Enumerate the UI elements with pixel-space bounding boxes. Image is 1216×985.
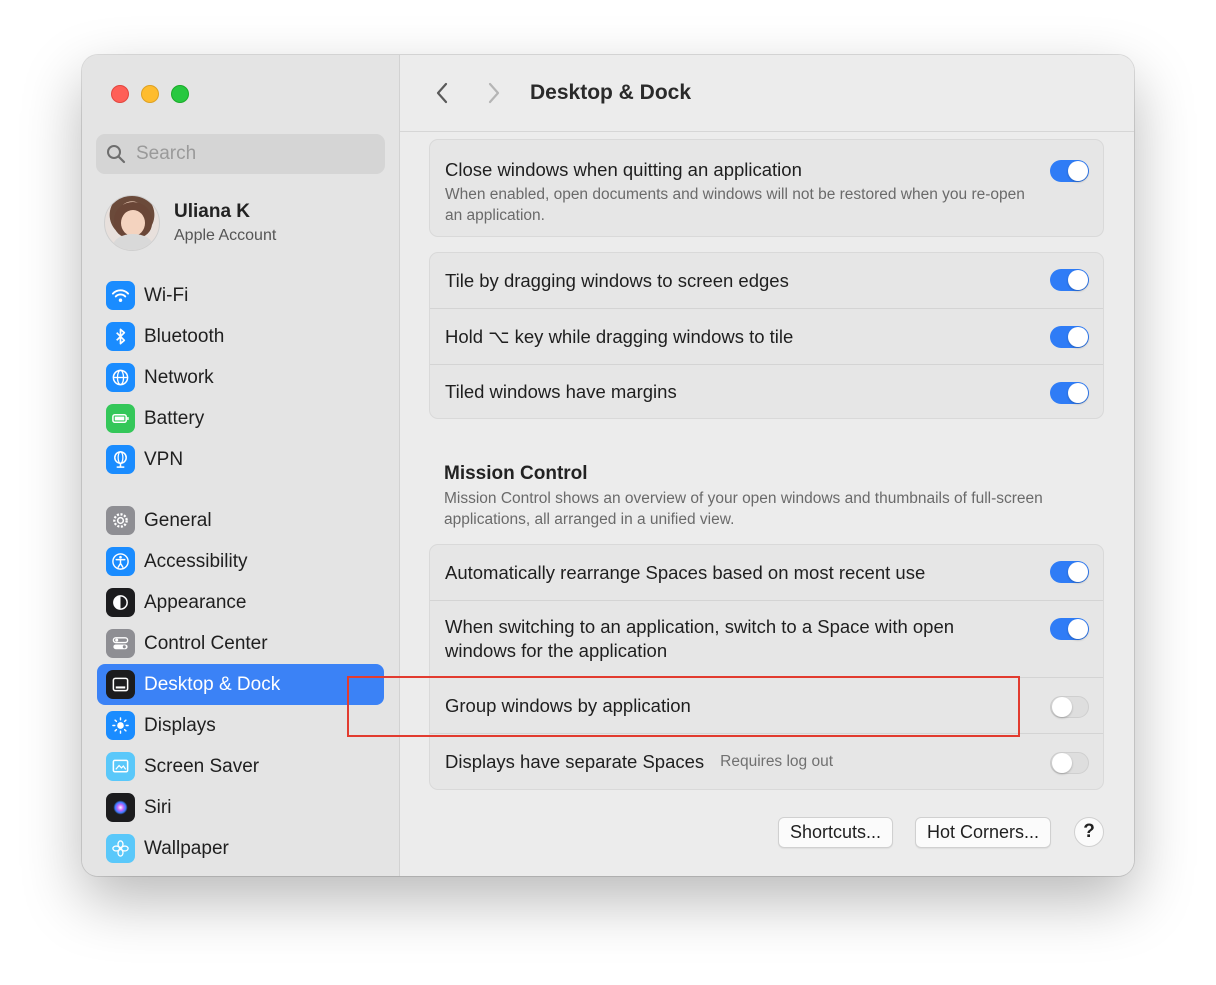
- close-windows-description: When enabled, open documents and windows…: [445, 186, 1025, 224]
- sidebar-item-wallpaper[interactable]: Wallpaper: [97, 828, 384, 869]
- sidebar-item-general[interactable]: General: [97, 500, 384, 541]
- sidebar-item-label: Appearance: [144, 591, 247, 613]
- sidebar-item-label: Battery: [144, 407, 205, 429]
- close-windows-row: Close windows when quitting an applicati…: [430, 140, 1103, 236]
- sidebar-item-displays[interactable]: Displays: [97, 705, 384, 746]
- tiled-margins-toggle[interactable]: [1050, 382, 1089, 404]
- tiled-margins-row: Tiled windows have margins: [430, 364, 1103, 418]
- group-windows-row: Group windows by application: [430, 677, 1103, 733]
- rearrange-spaces-label: Automatically rearrange Spaces based on …: [445, 561, 926, 583]
- group-windows-label: Group windows by application: [445, 694, 691, 716]
- avatar: [104, 195, 160, 251]
- chevron-left-icon: [436, 82, 448, 104]
- shortcuts-button[interactable]: Shortcuts...: [778, 817, 894, 848]
- sidebar-item-label: Network: [144, 366, 214, 388]
- sidebar-item-label: Wi-Fi: [144, 284, 189, 306]
- zoom-window-button[interactable]: [171, 85, 189, 103]
- close-windows-label: Close windows when quitting an applicati…: [445, 159, 802, 180]
- wifi-icon: [106, 281, 135, 310]
- sidebar-item-label: Siri: [144, 796, 172, 818]
- appearance-icon: [106, 588, 135, 617]
- sidebar-item-label: Accessibility: [144, 550, 248, 572]
- group-windows-toggle[interactable]: [1050, 696, 1089, 718]
- sidebar-item-label: Desktop & Dock: [144, 673, 281, 695]
- flower-icon: [106, 834, 135, 863]
- tile-drag-toggle[interactable]: [1050, 269, 1089, 291]
- rearrange-spaces-row: Automatically rearrange Spaces based on …: [430, 545, 1103, 600]
- forward-button[interactable]: [478, 77, 510, 109]
- sidebar-item-label: Wallpaper: [144, 837, 229, 859]
- chevron-right-icon: [488, 82, 500, 104]
- dock-icon: [106, 670, 135, 699]
- sidebar-item-label: Control Center: [144, 632, 268, 654]
- mission-control-description: Mission Control shows an overview of you…: [444, 490, 1043, 528]
- vpn-globe-icon: [106, 445, 135, 474]
- switch-space-row: When switching to an application, switch…: [430, 600, 1103, 677]
- sidebar-item-wifi[interactable]: Wi-Fi: [97, 275, 384, 316]
- sidebar-item-bluetooth[interactable]: Bluetooth: [97, 316, 384, 357]
- close-windows-group: Close windows when quitting an applicati…: [429, 139, 1104, 237]
- separate-spaces-label: Displays have separate Spaces: [445, 750, 705, 772]
- hot-corners-button[interactable]: Hot Corners...: [915, 817, 1052, 848]
- back-button[interactable]: [426, 77, 458, 109]
- main-pane: Desktop & Dock Close windows when quitti…: [400, 55, 1134, 876]
- tile-drag-row: Tile by dragging windows to screen edges: [430, 253, 1103, 308]
- sun-icon: [106, 711, 135, 740]
- sidebar-item-label: VPN: [144, 448, 184, 470]
- bluetooth-icon: [106, 322, 135, 351]
- apple-account[interactable]: Uliana K Apple Account: [104, 195, 276, 251]
- close-windows-toggle[interactable]: [1050, 160, 1089, 182]
- switch-space-toggle[interactable]: [1050, 618, 1089, 640]
- separate-spaces-toggle[interactable]: [1050, 752, 1089, 774]
- sidebar-item-label: Displays: [144, 714, 216, 736]
- sidebar-item-accessibility[interactable]: Accessibility: [97, 541, 384, 582]
- hold-option-row: Hold ⌥ key while dragging windows to til…: [430, 308, 1103, 364]
- battery-icon: [106, 404, 135, 433]
- sidebar-item-label: Screen Saver: [144, 755, 260, 777]
- settings-window: Uliana K Apple Account Wi-Fi Bluetooth: [82, 55, 1134, 876]
- sidebar-item-battery[interactable]: Battery: [97, 398, 384, 439]
- switch-space-label: When switching to an application, switch…: [445, 616, 955, 661]
- minimize-window-button[interactable]: [141, 85, 159, 103]
- sidebar-item-desktop-dock[interactable]: Desktop & Dock: [97, 664, 384, 705]
- sidebar-item-control-center[interactable]: Control Center: [97, 623, 384, 664]
- sidebar-group-network: Wi-Fi Bluetooth Network Battery VPN: [97, 275, 384, 480]
- hold-option-label: Hold ⌥ key while dragging windows to til…: [445, 325, 794, 347]
- tiled-margins-label: Tiled windows have margins: [445, 380, 677, 402]
- globe-icon: [106, 363, 135, 392]
- sidebar-item-screen-saver[interactable]: Screen Saver: [97, 746, 384, 787]
- gear-icon: [106, 506, 135, 535]
- search-input[interactable]: [136, 143, 366, 165]
- page-title: Desktop & Dock: [530, 81, 692, 104]
- sidebar-item-vpn[interactable]: VPN: [97, 439, 384, 480]
- title-bar: Desktop & Dock: [400, 55, 1134, 132]
- account-name: Uliana K: [174, 201, 251, 222]
- requires-logout-hint: Requires log out: [720, 752, 834, 770]
- sidebar-item-siri[interactable]: Siri: [97, 787, 384, 828]
- sidebar: Uliana K Apple Account Wi-Fi Bluetooth: [82, 55, 400, 876]
- rearrange-spaces-toggle[interactable]: [1050, 561, 1089, 583]
- hold-option-toggle[interactable]: [1050, 326, 1089, 348]
- siri-icon: [106, 793, 135, 822]
- sidebar-item-network[interactable]: Network: [97, 357, 384, 398]
- tiling-group: Tile by dragging windows to screen edges…: [429, 252, 1104, 419]
- tile-drag-label: Tile by dragging windows to screen edges: [445, 269, 789, 291]
- mission-control-group: Automatically rearrange Spaces based on …: [429, 544, 1104, 790]
- sidebar-group-system: General Accessibility Appearance Control…: [97, 500, 384, 869]
- window-controls: [111, 85, 189, 103]
- search-field[interactable]: [96, 134, 385, 174]
- sidebar-item-label: Bluetooth: [144, 325, 225, 347]
- search-icon: [107, 145, 126, 164]
- accessibility-icon: [106, 547, 135, 576]
- close-window-button[interactable]: [111, 85, 129, 103]
- sidebar-item-label: General: [144, 509, 212, 531]
- sidebar-item-appearance[interactable]: Appearance: [97, 582, 384, 623]
- separate-spaces-row: Displays have separate Spaces Requires l…: [430, 733, 1103, 789]
- control-center-icon: [106, 629, 135, 658]
- account-subtitle: Apple Account: [174, 227, 277, 244]
- screen-saver-icon: [106, 752, 135, 781]
- help-button[interactable]: ?: [1074, 817, 1104, 847]
- mission-control-heading: Mission Control: [444, 463, 588, 484]
